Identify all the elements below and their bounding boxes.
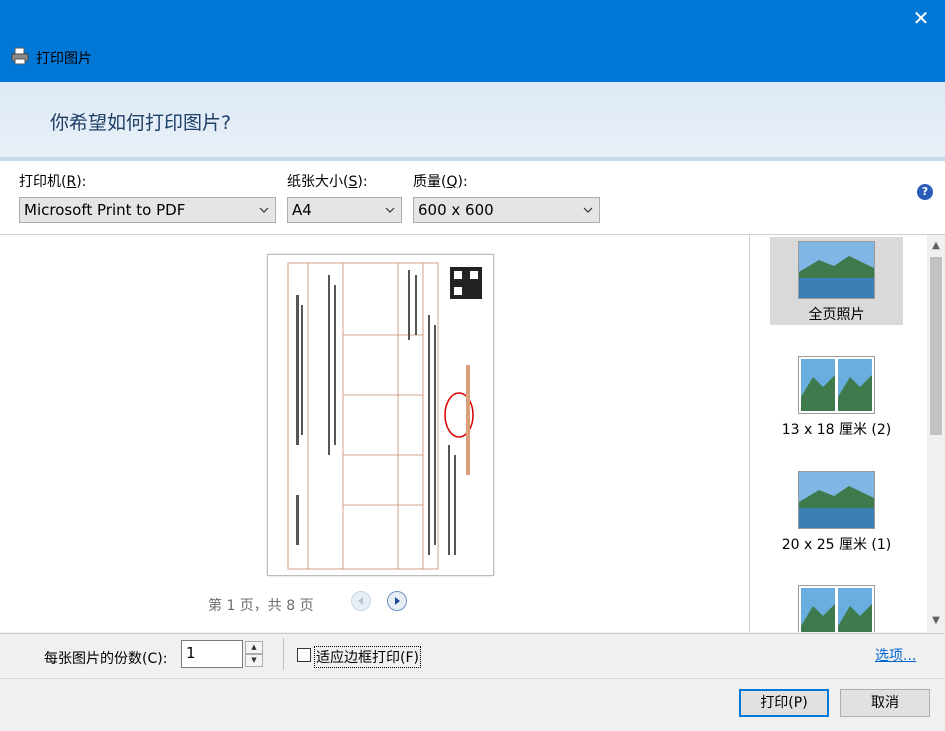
page-preview xyxy=(267,254,494,576)
arrow-right-icon xyxy=(395,597,400,605)
copies-label: 每张图片的份数(C): xyxy=(44,651,168,667)
dialog-header: 你希望如何打印图片? xyxy=(0,82,945,161)
window-title: 打印图片 xyxy=(36,51,92,67)
scroll-down-icon[interactable]: ▼ xyxy=(927,612,945,630)
layout-20x25[interactable]: 20 x 25 厘米 (1) xyxy=(770,467,903,555)
dialog-footer: 打印(P) 取消 xyxy=(0,678,945,731)
layout-13x18[interactable]: 13 x 18 厘米 (2) xyxy=(770,352,903,440)
landscape-photo-icon xyxy=(798,471,875,529)
layout-next[interactable] xyxy=(770,581,903,632)
help-icon[interactable]: ? xyxy=(917,184,933,200)
fit-frame-checkbox[interactable] xyxy=(297,648,311,662)
options-link[interactable]: 选项... xyxy=(875,645,916,665)
layout-list: 全页照片 13 x 18 厘米 (2) 20 x 25 厘米 (1) xyxy=(750,235,927,632)
layout-full-page[interactable]: 全页照片 xyxy=(770,237,903,325)
decrement-button[interactable]: ▼ xyxy=(245,654,263,667)
two-photos-icon xyxy=(798,585,875,632)
options-bar: 每张图片的份数(C): 1 ▲ ▼ 适应边框打印(F) 选项... xyxy=(0,633,945,679)
increment-button[interactable]: ▲ xyxy=(245,641,263,654)
paper-size-label: 纸张大小(S): xyxy=(287,174,368,190)
print-button[interactable]: 打印(P) xyxy=(739,689,829,717)
arrow-left-icon xyxy=(358,597,363,605)
copies-input[interactable]: 1 xyxy=(181,640,243,668)
quality-select[interactable]: 600 x 600 xyxy=(413,197,600,223)
next-page-button[interactable] xyxy=(387,591,407,611)
chevron-down-icon xyxy=(385,207,395,213)
chevron-down-icon xyxy=(259,207,269,213)
divider xyxy=(283,638,284,670)
layout-label: 全页照片 xyxy=(808,307,865,323)
dialog-question: 你希望如何打印图片? xyxy=(50,112,232,134)
quality-label: 质量(Q): xyxy=(413,174,468,190)
layout-label: 13 x 18 厘米 (2) xyxy=(781,422,892,438)
title-bar: ✕ 打印图片 xyxy=(0,0,945,82)
close-button[interactable]: ✕ xyxy=(909,6,933,30)
printer-select[interactable]: Microsoft Print to PDF xyxy=(19,197,276,223)
paper-size-select[interactable]: A4 xyxy=(287,197,402,223)
printer-label: 打印机(R): xyxy=(19,174,87,190)
page-info: 第 1 页，共 8 页 xyxy=(208,598,314,614)
scroll-up-icon[interactable]: ▲ xyxy=(927,237,945,255)
layout-scrollbar[interactable]: ▲ ▼ xyxy=(927,235,945,632)
preview-pane: 第 1 页，共 8 页 xyxy=(0,235,750,632)
fit-frame-label[interactable]: 适应边框打印(F) xyxy=(314,646,421,668)
chevron-down-icon xyxy=(583,207,593,213)
two-photos-icon xyxy=(798,356,875,414)
layout-label: 20 x 25 厘米 (1) xyxy=(781,537,892,553)
print-settings: 打印机(R): Microsoft Print to PDF 纸张大小(S): … xyxy=(0,161,945,235)
cancel-button[interactable]: 取消 xyxy=(840,689,930,717)
scrollbar-thumb[interactable] xyxy=(930,257,942,435)
document-preview-image xyxy=(287,262,482,570)
previous-page-button[interactable] xyxy=(351,591,371,611)
printer-icon xyxy=(11,47,29,65)
landscape-photo-icon xyxy=(798,241,875,299)
